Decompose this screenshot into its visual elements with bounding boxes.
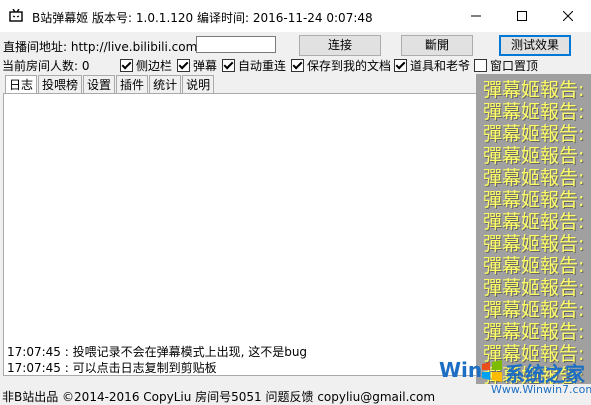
viewer-count: 当前房间人数: 0 [2, 59, 90, 73]
checkbox-always-on-top[interactable]: 窗口置顶 [474, 57, 538, 74]
checkbox-auto-reconnect[interactable]: 自动重连 [222, 57, 286, 74]
address-label: 直播间地址: http://live.bilibili.com/ [3, 40, 202, 54]
checkbox-gifts-and-vip[interactable]: 道具和老爷 [394, 57, 470, 74]
log-line[interactable]: 17:07:45 : 可以点击日志复制到剪贴板 [7, 359, 217, 376]
tab-gift-ranking[interactable]: 投喂榜 [38, 75, 83, 94]
tab-help[interactable]: 说明 [182, 75, 215, 94]
danmaku-sidebar-overlay: 彈幕姬報告: 彈幕姬報告: 彈幕姬報告: 彈幕姬報告: 彈幕姬報告: 彈幕姬報告… [476, 74, 591, 386]
tab-statistics[interactable]: 统计 [149, 75, 182, 94]
room-id-input[interactable] [196, 36, 276, 53]
windows-logo-icon [482, 360, 502, 382]
checkbox-box[interactable] [120, 59, 133, 72]
title-bar: B站弹幕姬 版本号: 1.0.1.120 编译时间: 2016-11-24 0:… [0, 0, 591, 32]
close-button[interactable] [545, 0, 591, 32]
close-icon [563, 11, 573, 21]
disconnect-button[interactable]: 斷開 [401, 35, 473, 56]
minimize-button[interactable] [453, 0, 499, 32]
checkbox-box[interactable] [291, 59, 304, 72]
checkbox-box[interactable] [222, 59, 235, 72]
connect-button[interactable]: 连接 [299, 35, 381, 56]
log-line[interactable]: 17:07:45 : 投喂记录不会在弹幕模式上出现, 这不是bug [7, 343, 307, 360]
maximize-button[interactable] [499, 0, 545, 32]
checkbox-box[interactable] [474, 59, 487, 72]
checkbox-box[interactable] [177, 59, 190, 72]
app-icon [9, 9, 23, 22]
test-effect-button[interactable]: 测试效果 [499, 35, 571, 56]
tab-settings[interactable]: 设置 [83, 75, 116, 94]
watermark-brand-left: Win [439, 358, 483, 382]
window-title: B站弹幕姬 版本号: 1.0.1.120 编译时间: 2016-11-24 0:… [32, 11, 373, 25]
status-text: 非B站出品 ©2014-2016 CopyLiu 房间号5051 问题反馈 co… [2, 390, 436, 404]
tab-plugins[interactable]: 插件 [116, 75, 149, 94]
checkbox-sidebar[interactable]: 侧边栏 [120, 57, 172, 74]
watermark-url: Www.Winwin7.com [491, 383, 591, 396]
options-row: 当前房间人数: 0 侧边栏 弹幕 自动重连 保存到我的文档 道具和老爷 窗口置顶 [0, 56, 591, 74]
checkbox-danmaku[interactable]: 弹幕 [177, 57, 217, 74]
minimize-icon [471, 15, 481, 17]
watermark: Win 系统之家 Www.Winwin7.com [437, 352, 591, 400]
tab-strip: 日志 投喂榜 设置 插件 统计 说明 [5, 75, 215, 95]
checkbox-box[interactable] [394, 59, 407, 72]
maximize-icon [517, 11, 527, 21]
tab-log[interactable]: 日志 [5, 75, 38, 95]
checkbox-save-to-documents[interactable]: 保存到我的文档 [291, 57, 391, 74]
